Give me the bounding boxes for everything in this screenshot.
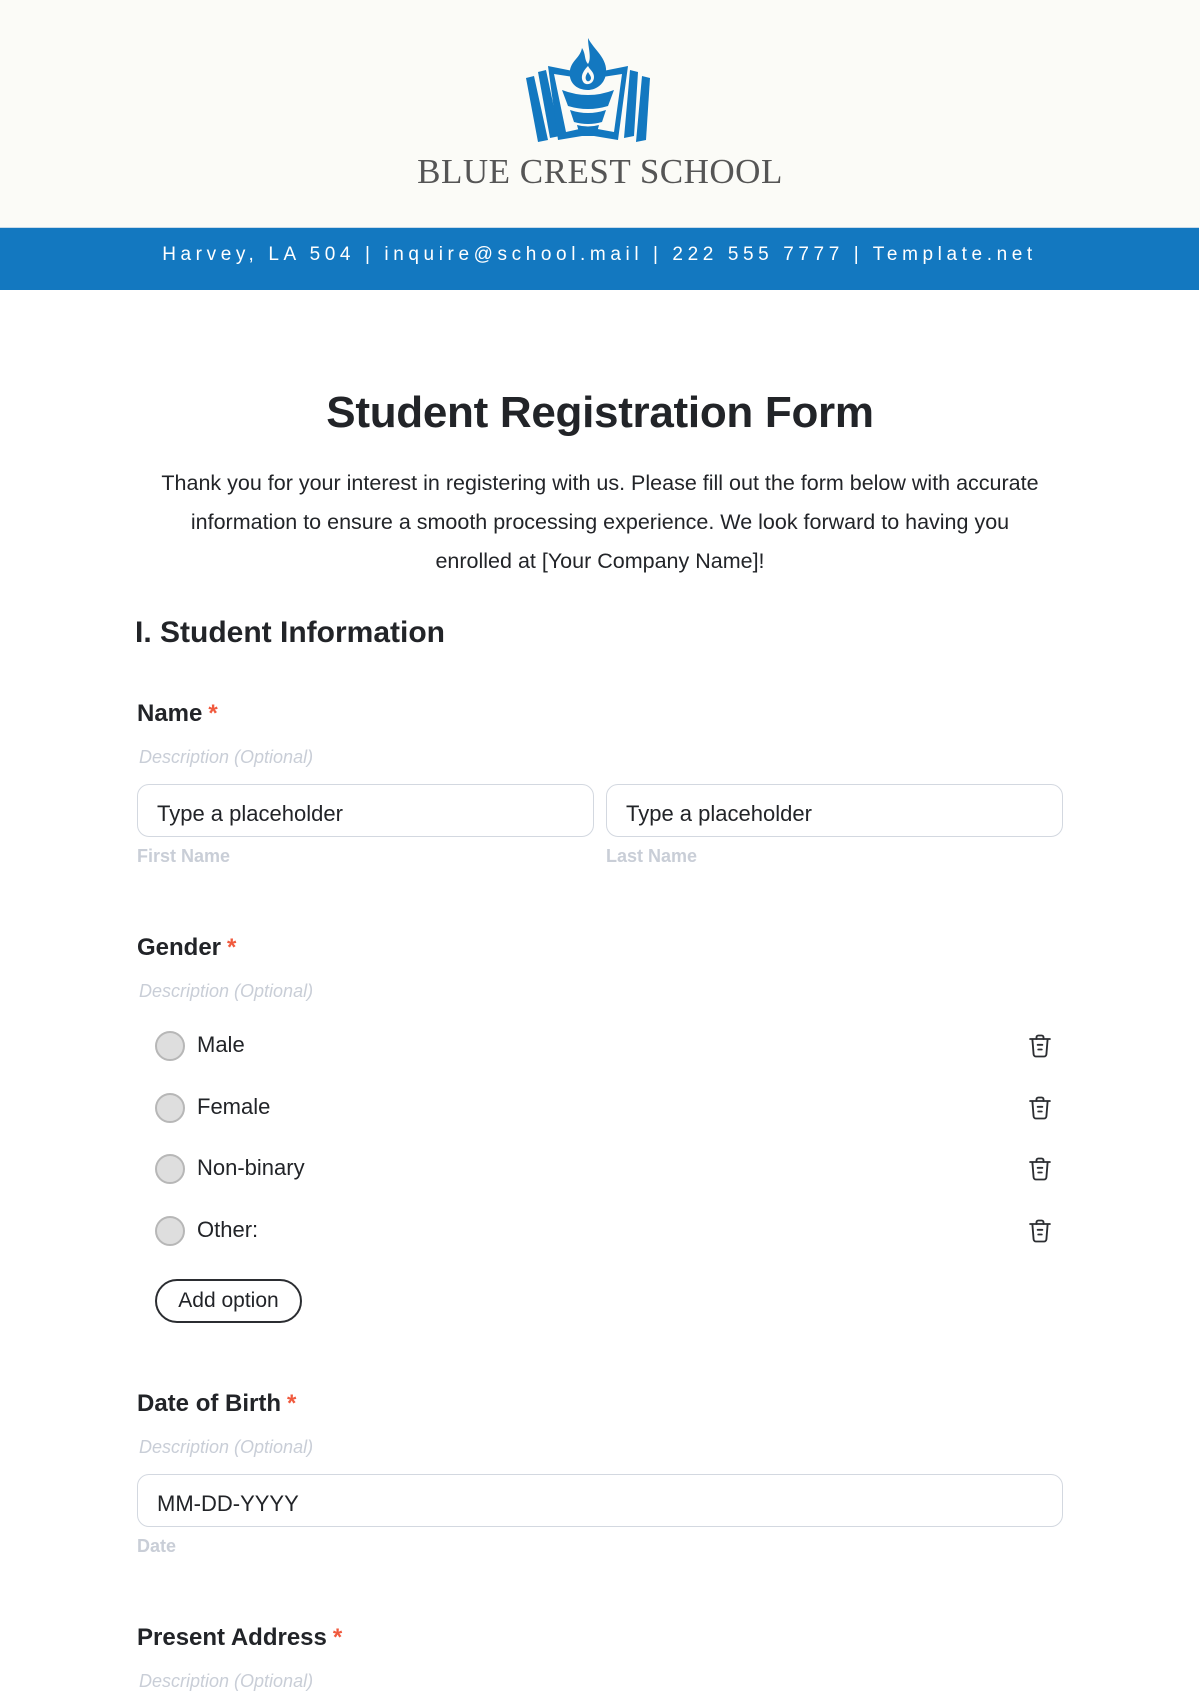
required-marker: * xyxy=(227,934,237,961)
radio-button[interactable] xyxy=(155,1154,185,1184)
option-label[interactable]: Non-binary xyxy=(197,1155,305,1181)
school-header: BLUE CREST SCHOOL xyxy=(0,0,1200,227)
form-title: Student Registration Form xyxy=(326,388,874,437)
dob-sublabel: Date xyxy=(137,1536,177,1556)
last-name-input[interactable]: Type a placeholder xyxy=(606,784,1063,837)
trash-icon[interactable] xyxy=(1026,1032,1054,1060)
name-label-text: Name xyxy=(137,700,203,727)
section-heading: I. Student Information xyxy=(135,616,445,649)
trash-icon[interactable] xyxy=(1026,1155,1054,1183)
address-label: Present Address * xyxy=(137,1624,342,1652)
gender-option: Non-binary xyxy=(153,1149,1058,1189)
name-description[interactable]: Description (Optional) xyxy=(139,747,313,768)
gender-option: Female xyxy=(153,1088,1058,1128)
dob-label: Date of Birth * xyxy=(137,1390,296,1418)
gender-option: Other: xyxy=(153,1211,1058,1251)
last-name-sublabel: Last Name xyxy=(606,846,698,866)
form-intro: Thank you for your interest in registeri… xyxy=(161,471,1039,573)
gender-description[interactable]: Description (Optional) xyxy=(139,981,313,1002)
dob-input[interactable]: MM-DD-YYYY xyxy=(137,1474,1063,1527)
option-label[interactable]: Male xyxy=(197,1032,245,1058)
name-label: Name * xyxy=(137,700,218,728)
add-option-button[interactable]: Add option xyxy=(155,1279,302,1323)
trash-icon[interactable] xyxy=(1026,1094,1054,1122)
radio-button[interactable] xyxy=(155,1031,185,1061)
school-name: BLUE CREST SCHOOL xyxy=(417,152,783,191)
contact-band: Harvey, LA 504 | inquire@school.mail | 2… xyxy=(0,227,1199,290)
gender-label-text: Gender xyxy=(137,934,222,961)
option-label[interactable]: Female xyxy=(197,1094,270,1120)
first-name-input[interactable]: Type a placeholder xyxy=(137,784,594,837)
address-description[interactable]: Description (Optional) xyxy=(139,1671,313,1692)
contact-info: Harvey, LA 504 | inquire@school.mail | 2… xyxy=(162,244,1037,265)
trash-icon[interactable] xyxy=(1026,1217,1054,1245)
required-marker: * xyxy=(332,1624,343,1651)
gender-option: Male xyxy=(153,1026,1058,1066)
option-label[interactable]: Other: xyxy=(197,1217,258,1243)
address-label-text: Present Address xyxy=(137,1624,327,1651)
radio-button[interactable] xyxy=(155,1216,185,1246)
dob-label-text: Date of Birth xyxy=(137,1390,281,1417)
first-name-sublabel: First Name xyxy=(137,846,231,866)
required-marker: * xyxy=(208,700,218,727)
dob-description[interactable]: Description (Optional) xyxy=(139,1437,313,1458)
book-torch-logo-icon xyxy=(526,38,650,142)
radio-button[interactable] xyxy=(155,1093,185,1123)
required-marker: * xyxy=(287,1390,297,1417)
gender-label: Gender * xyxy=(137,934,236,962)
